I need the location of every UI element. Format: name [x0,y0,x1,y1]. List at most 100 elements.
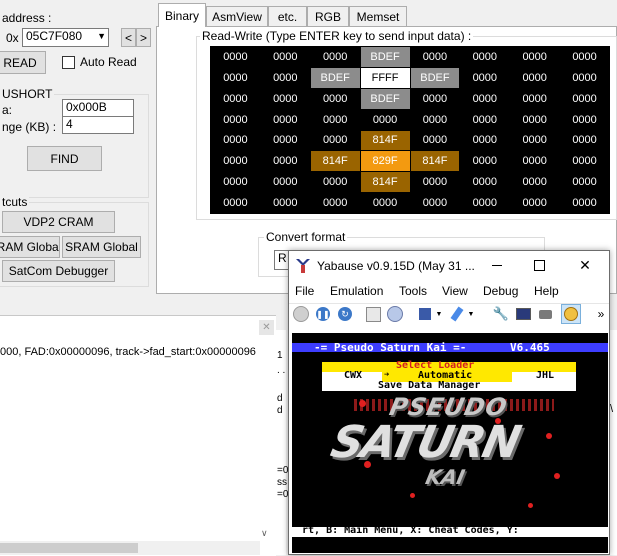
camera-icon[interactable] [537,306,553,322]
memory-cell[interactable]: 0000 [510,67,560,88]
memory-cell[interactable]: BDEF [360,88,410,109]
memory-cell[interactable]: 0000 [510,88,560,109]
prev-address-button[interactable]: < [121,28,136,47]
memory-cell[interactable]: 0000 [211,47,260,67]
memory-cell[interactable]: 0000 [360,109,410,130]
memory-cell[interactable]: 0000 [310,47,360,67]
loader-option-cwx[interactable]: CWX [344,370,362,381]
memory-cell[interactable]: 0000 [211,151,260,172]
vdp2-cram-button[interactable]: VDP2 CRAM [2,211,115,233]
pause-icon[interactable]: ❚❚ [315,306,331,322]
close-icon[interactable]: ✕ [575,255,595,275]
cram-global-button[interactable]: RAM Global [0,236,60,258]
play-icon[interactable] [293,306,309,322]
cd-image-icon[interactable] [365,306,381,322]
memory-cell[interactable]: 0000 [410,193,460,213]
memory-cell[interactable]: 0000 [560,109,609,130]
scroll-down-arrow[interactable]: ∨ [261,528,268,539]
satcom-debugger-button[interactable]: SatCom Debugger [2,260,115,282]
memory-cell[interactable]: FFFF [360,67,410,88]
memory-cell[interactable]: 0000 [211,193,260,213]
memory-cell[interactable]: 0000 [460,47,510,67]
menu-file[interactable]: File [295,284,314,298]
memory-cell[interactable]: 0000 [310,88,360,109]
settings-icon[interactable]: 🔧 [493,306,509,322]
yabause-window[interactable]: Yabause v0.9.15D (May 31 ... ✕ File Emul… [288,250,610,555]
memory-cell[interactable]: 0000 [460,151,510,172]
dropdown-arrow-icon[interactable]: ▼ [463,306,479,322]
memory-cell[interactable]: 0000 [560,67,609,88]
minimize-icon[interactable] [487,255,507,275]
memory-cell[interactable]: 0000 [310,193,360,213]
tab-asmview[interactable]: AsmView [206,6,268,26]
memory-cell[interactable]: 0000 [560,130,609,151]
dropdown-arrow-icon[interactable]: ▼ [431,306,447,322]
toolbar-more-button[interactable]: » [593,306,609,322]
chevron-down-icon[interactable]: ▼ [97,29,106,44]
memory-cell[interactable]: 0000 [310,130,360,151]
memory-cell[interactable]: 0000 [560,47,609,67]
memory-cell[interactable]: 814F [410,151,460,172]
reset-icon[interactable]: ↻ [337,306,353,322]
memory-cell[interactable]: 0000 [460,88,510,109]
memory-cell[interactable]: 0000 [560,151,609,172]
data-input[interactable]: 0x000B [62,99,134,117]
maximize-icon[interactable] [529,255,549,275]
loader-option-jhl[interactable]: JHL [536,370,554,381]
memory-cell[interactable]: BDEF [360,47,410,67]
memory-cell[interactable]: 0000 [310,109,360,130]
memory-cell[interactable]: 0000 [460,109,510,130]
memory-cell[interactable]: 0000 [260,88,310,109]
memory-cell[interactable]: 0000 [260,47,310,67]
memory-cell[interactable]: 0000 [510,193,560,213]
memory-cell[interactable]: 0000 [260,172,310,193]
memory-cell[interactable]: 0000 [510,109,560,130]
memory-cell[interactable]: 0000 [410,172,460,193]
memory-cell[interactable]: 814F [310,151,360,172]
memory-cell[interactable]: 0000 [410,47,460,67]
menu-emulation[interactable]: Emulation [330,284,383,298]
memory-cell[interactable]: 814F [360,172,410,193]
scrollbar-thumb[interactable] [0,543,138,553]
horizontal-scrollbar[interactable] [0,541,260,555]
menu-tools[interactable]: Tools [399,284,427,298]
memory-cell[interactable]: 0000 [410,109,460,130]
memory-cell[interactable]: 0000 [560,88,609,109]
memory-cell[interactable]: BDEF [310,67,360,88]
memory-cell[interactable]: 0000 [310,172,360,193]
memory-cell[interactable]: 0000 [260,151,310,172]
memory-cell[interactable]: 0000 [460,193,510,213]
memory-cell[interactable]: 0000 [211,130,260,151]
menu-help[interactable]: Help [534,284,559,298]
menu-debug[interactable]: Debug [483,284,518,298]
display-icon[interactable] [515,306,531,322]
emulator-screen[interactable]: -= Pseudo Saturn Kai =- V6.465 Select Lo… [292,333,608,553]
tab-rgb[interactable]: RGB [307,6,349,26]
log-scroll-corner[interactable]: ✕ [259,320,274,335]
find-button[interactable]: FIND [27,146,102,171]
memory-cell[interactable]: 0000 [410,130,460,151]
memory-cell[interactable]: 0000 [560,172,609,193]
memory-cell[interactable]: 814F [360,130,410,151]
memory-cell[interactable]: 0000 [410,88,460,109]
next-address-button[interactable]: > [136,28,151,47]
memory-cell[interactable]: 0000 [460,67,510,88]
address-combobox[interactable]: 05C7F080 ▼ [22,28,109,47]
auto-read-checkbox[interactable] [62,56,75,69]
memory-cell[interactable]: 0000 [211,109,260,130]
menu-view[interactable]: View [442,284,468,298]
clock-icon[interactable] [561,304,581,324]
memory-cell[interactable]: 0000 [510,47,560,67]
cd-drive-icon[interactable] [387,306,403,322]
memory-cell[interactable]: BDEF [410,67,460,88]
memory-cell[interactable]: 0000 [510,130,560,151]
memory-cell[interactable]: 0000 [360,193,410,213]
memory-cell[interactable]: 0000 [211,88,260,109]
memory-cell[interactable]: 0000 [460,130,510,151]
memory-cell[interactable]: 0000 [260,109,310,130]
save-data-manager[interactable]: Save Data Manager [378,380,480,391]
sram-global-button[interactable]: SRAM Global [62,236,141,258]
memory-cell[interactable]: 0000 [260,67,310,88]
memory-cell[interactable]: 0000 [510,151,560,172]
memory-cell[interactable]: 0000 [510,172,560,193]
